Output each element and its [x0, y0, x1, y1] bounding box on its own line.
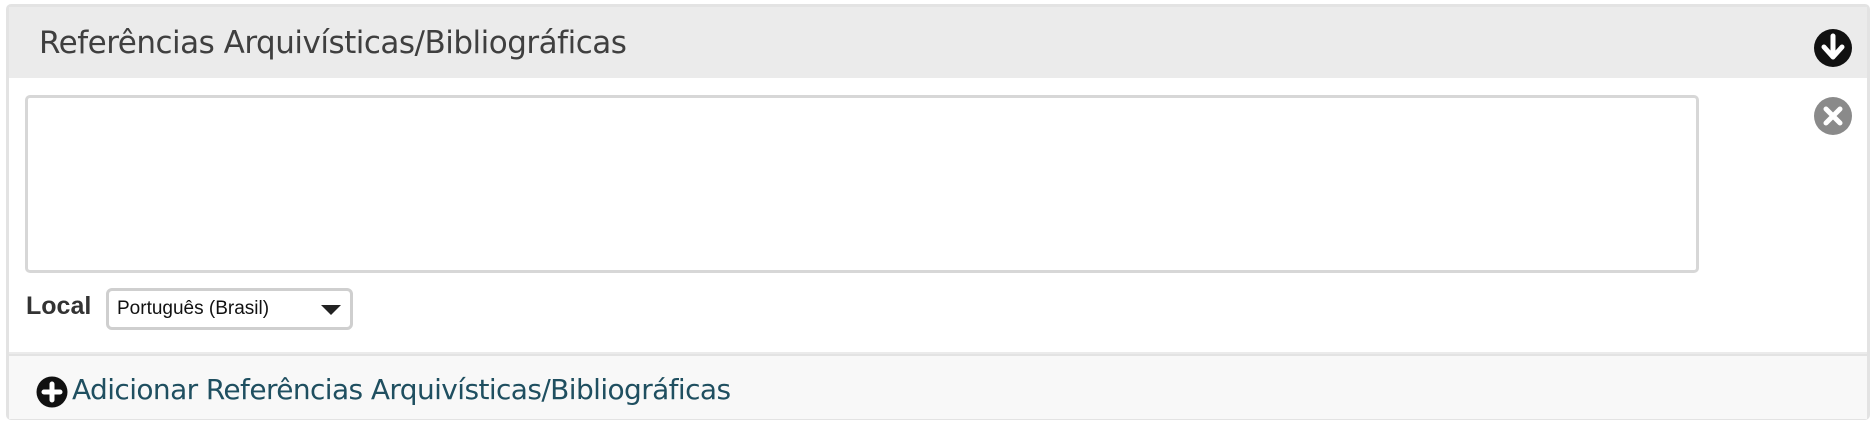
panel-header: Referências Arquivísticas/Bibliográficas	[9, 7, 1867, 78]
reference-textarea[interactable]	[25, 95, 1699, 273]
close-circle-icon	[1814, 97, 1852, 135]
panel-title: Referências Arquivísticas/Bibliográficas	[39, 25, 627, 61]
locale-select-value: Português (Brasil)	[117, 298, 270, 319]
add-reference-link[interactable]: Adicionar Referências Arquivísticas/Bibl…	[36, 370, 731, 410]
panel-footer: Adicionar Referências Arquivísticas/Bibl…	[9, 354, 1867, 419]
plus-circle-icon	[36, 376, 68, 408]
arrow-down-circle-icon	[1814, 29, 1852, 67]
local-label: Local	[26, 292, 92, 320]
panel-body: Local Português (Brasil)	[9, 78, 1867, 352]
chevron-down-icon	[321, 305, 341, 315]
collapse-toggle-button[interactable]	[1813, 28, 1853, 68]
add-reference-label: Adicionar Referências Arquivísticas/Bibl…	[72, 373, 731, 406]
archival-references-panel: Referências Arquivísticas/Bibliográficas…	[6, 4, 1870, 420]
remove-entry-button[interactable]	[1813, 96, 1853, 136]
locale-select[interactable]: Português (Brasil)	[106, 288, 353, 330]
